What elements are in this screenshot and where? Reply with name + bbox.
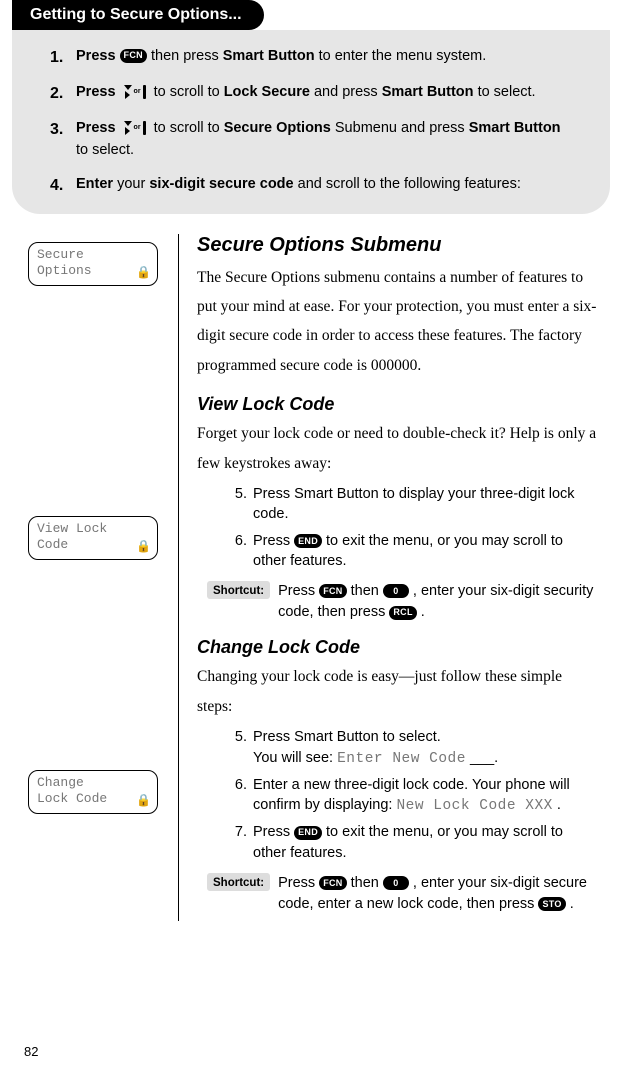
step-text: You will see: bbox=[253, 750, 337, 766]
view-lock-steps: Press Smart Button to display your three… bbox=[251, 484, 598, 571]
lcd-inline: New Lock Code XXX bbox=[396, 798, 552, 814]
step-text: Press bbox=[76, 84, 120, 100]
zero-key: 0 bbox=[383, 584, 409, 598]
step-4: 4. Enter your six-digit secure code and … bbox=[50, 174, 572, 198]
lock-icon: 🔒 bbox=[136, 540, 151, 555]
lcd-change-lock: Change Lock Code 🔒 bbox=[28, 770, 158, 814]
change-lock-heading: Change Lock Code bbox=[197, 637, 598, 658]
step-text: Smart Button bbox=[469, 120, 561, 136]
lcd-line: Code bbox=[37, 537, 149, 553]
step-number: 4. bbox=[50, 174, 70, 198]
step-text: Press bbox=[278, 583, 319, 599]
step-number: 1. bbox=[50, 46, 70, 70]
step-text: to select. bbox=[478, 84, 536, 100]
view-lock-shortcut: Shortcut: Press FCN then 0 , enter your … bbox=[207, 581, 598, 623]
end-key: END bbox=[294, 534, 322, 548]
step-text: . bbox=[570, 896, 574, 912]
step-text: Press bbox=[253, 824, 294, 840]
step-body: Enter your six-digit secure code and scr… bbox=[76, 174, 572, 196]
step-text: your bbox=[117, 176, 149, 192]
step-body: Press or to scroll to Lock Secure and pr… bbox=[76, 82, 572, 104]
list-item: Press END to exit the menu, or you may s… bbox=[251, 531, 598, 572]
scroll-icon: or bbox=[124, 85, 146, 99]
lcd-line: Change bbox=[37, 775, 149, 791]
step-2: 2. Press or to scroll to Lock Secure and… bbox=[50, 82, 572, 106]
step-1: 1. Press FCN then press Smart Button to … bbox=[50, 46, 572, 70]
fcn-key: FCN bbox=[319, 584, 346, 598]
list-item: Press Smart Button to display your three… bbox=[251, 484, 598, 525]
section-tab: Getting to Secure Options... bbox=[12, 0, 264, 30]
shortcut-label: Shortcut: bbox=[207, 581, 270, 599]
page-number: 82 bbox=[24, 1044, 38, 1059]
step-text: Submenu and press bbox=[335, 120, 469, 136]
step-text: then press bbox=[151, 48, 223, 64]
change-lock-paragraph: Changing your lock code is easy—just fol… bbox=[197, 662, 598, 721]
scroll-icon: or bbox=[124, 121, 146, 135]
shortcut-body: Press FCN then 0 , enter your six-digit … bbox=[278, 873, 598, 915]
lcd-inline: Enter New Code bbox=[337, 751, 466, 767]
step-text: Enter bbox=[76, 176, 113, 192]
step-text: . bbox=[557, 797, 561, 813]
secure-options-heading: Secure Options Submenu bbox=[197, 234, 598, 257]
end-key: END bbox=[294, 826, 322, 840]
step-text: Press bbox=[278, 875, 319, 891]
lock-icon: 🔒 bbox=[136, 266, 151, 281]
step-text: and scroll to the following features: bbox=[298, 176, 521, 192]
step-text: and press bbox=[314, 84, 382, 100]
lcd-line: View Lock bbox=[37, 521, 149, 537]
step-text: Smart Button bbox=[382, 84, 474, 100]
lcd-line: Options bbox=[37, 263, 149, 279]
step-text: six-digit secure code bbox=[149, 176, 293, 192]
step-text: Secure Options bbox=[224, 120, 331, 136]
step-text: Lock Secure bbox=[224, 84, 310, 100]
shortcut-body: Press FCN then 0 , enter your six-digit … bbox=[278, 581, 598, 623]
step-3: 3. Press or to scroll to Secure Options … bbox=[50, 118, 572, 162]
change-lock-shortcut: Shortcut: Press FCN then 0 , enter your … bbox=[207, 873, 598, 915]
step-text: Press Smart Button to select. bbox=[253, 729, 441, 745]
steps-panel: 1. Press FCN then press Smart Button to … bbox=[12, 30, 610, 214]
list-item: Enter a new three-digit lock code. Your … bbox=[251, 775, 598, 817]
step-text: to scroll to bbox=[154, 120, 224, 136]
step-text: ___. bbox=[470, 750, 498, 766]
step-number: 3. bbox=[50, 118, 70, 142]
lcd-line: Secure bbox=[37, 247, 149, 263]
shortcut-label: Shortcut: bbox=[207, 873, 270, 891]
lcd-line: Lock Code bbox=[37, 791, 149, 807]
step-text: . bbox=[421, 604, 425, 620]
secure-options-paragraph: The Secure Options submenu contains a nu… bbox=[197, 263, 598, 381]
sto-key: STO bbox=[538, 897, 565, 911]
step-text: to select. bbox=[76, 142, 134, 158]
step-text: to enter the menu system. bbox=[319, 48, 487, 64]
main-column: Secure Options Submenu The Secure Option… bbox=[178, 234, 610, 922]
lcd-column: Secure Options 🔒 View Lock Code 🔒 Change… bbox=[28, 234, 178, 922]
step-text: Smart Button bbox=[223, 48, 315, 64]
lcd-secure-options: Secure Options 🔒 bbox=[28, 242, 158, 286]
rcl-key: RCL bbox=[389, 606, 416, 620]
fcn-key: FCN bbox=[120, 49, 147, 63]
step-text: Press bbox=[76, 48, 120, 64]
view-lock-heading: View Lock Code bbox=[197, 394, 598, 415]
lock-icon: 🔒 bbox=[136, 794, 151, 809]
step-text: then bbox=[351, 583, 383, 599]
step-text: then bbox=[351, 875, 383, 891]
step-number: 2. bbox=[50, 82, 70, 106]
list-item: Press Smart Button to select. You will s… bbox=[251, 727, 598, 769]
change-lock-steps: Press Smart Button to select. You will s… bbox=[251, 727, 598, 863]
lcd-view-lock: View Lock Code 🔒 bbox=[28, 516, 158, 560]
step-text: Press bbox=[253, 533, 294, 549]
fcn-key: FCN bbox=[319, 876, 346, 890]
step-text: Press bbox=[76, 120, 120, 136]
list-item: Press END to exit the menu, or you may s… bbox=[251, 822, 598, 863]
step-body: Press or to scroll to Secure Options Sub… bbox=[76, 118, 572, 162]
view-lock-paragraph: Forget your lock code or need to double-… bbox=[197, 419, 598, 478]
step-text: to scroll to bbox=[154, 84, 224, 100]
step-body: Press FCN then press Smart Button to ent… bbox=[76, 46, 572, 68]
zero-key: 0 bbox=[383, 876, 409, 890]
content-area: Secure Options 🔒 View Lock Code 🔒 Change… bbox=[28, 234, 610, 922]
